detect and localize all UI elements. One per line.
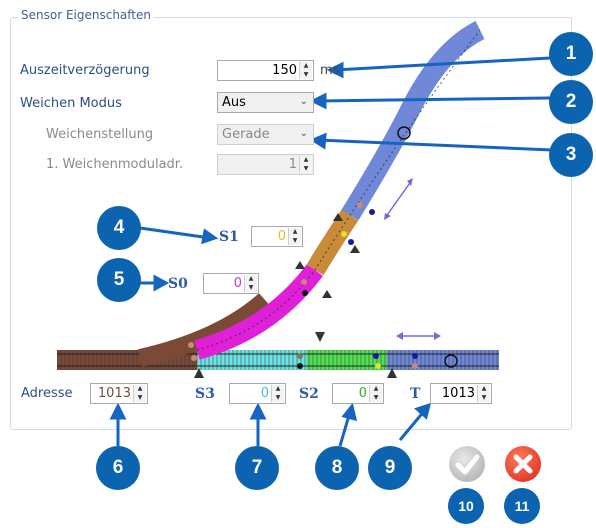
callout-badge: 6: [96, 446, 140, 490]
s2-value: 0: [358, 386, 367, 401]
s3-stepper[interactable]: ▲ ▼: [271, 385, 284, 402]
adresse-value: 1013: [97, 386, 131, 401]
auszeit-stepper[interactable]: ▲ ▼: [299, 62, 312, 79]
t-label: T: [410, 386, 421, 402]
callout-badge: 5: [97, 258, 141, 302]
s3-value: 0: [260, 386, 269, 401]
s1-stepper[interactable]: ▲ ▼: [288, 228, 301, 245]
callout-badge: 4: [97, 206, 141, 250]
s1-spinner[interactable]: 0 ▲ ▼: [251, 226, 303, 247]
chevron-down-icon: ⌄: [299, 128, 308, 139]
s1-value: 0: [277, 229, 286, 244]
s0-label: S0: [168, 276, 188, 292]
weichenmoduladr-value: 1: [288, 157, 297, 172]
t-stepper[interactable]: ▲ ▼: [477, 385, 490, 402]
cancel-icon: [513, 454, 533, 474]
callout-badge: 1: [549, 32, 593, 76]
s0-stepper[interactable]: ▲ ▼: [244, 275, 257, 292]
double-arrow-icon: [384, 178, 413, 220]
ok-button[interactable]: [449, 446, 485, 482]
cancel-button[interactable]: [505, 446, 541, 482]
callout-badge: 8: [315, 446, 359, 490]
callout-badge: 9: [368, 446, 412, 490]
s3-label: S3: [195, 386, 215, 402]
auszeit-label: Auszeitverzögerung: [20, 63, 150, 78]
auszeit-unit: ms: [320, 63, 340, 78]
weichenstellung-select[interactable]: Gerade ⌄: [217, 124, 314, 145]
weichenstellung-value: Gerade: [222, 127, 270, 142]
s2-spinner[interactable]: 0 ▲ ▼: [332, 383, 384, 404]
weichen-modus-select[interactable]: Aus ⌄: [217, 92, 314, 113]
adresse-spinner[interactable]: 1013 ▲ ▼: [90, 383, 148, 404]
s3-spinner[interactable]: 0 ▲ ▼: [229, 383, 286, 404]
s0-value: 0: [233, 276, 242, 291]
s2-label: S2: [299, 386, 319, 402]
t-spinner[interactable]: 1013 ▲ ▼: [430, 383, 492, 404]
s0-spinner[interactable]: 0 ▲ ▼: [203, 273, 259, 294]
weichen-modus-label: Weichen Modus: [20, 96, 122, 111]
callout-badge: 11: [504, 488, 540, 524]
weichenmoduladr-label: 1. Weichenmoduladr.: [46, 157, 184, 172]
callout-badge: 7: [235, 446, 279, 490]
callout-badge: 2: [549, 80, 593, 124]
t-value: 1013: [441, 386, 475, 401]
s2-stepper[interactable]: ▲ ▼: [369, 385, 382, 402]
adresse-stepper[interactable]: ▲ ▼: [133, 385, 146, 402]
ok-icon: [455, 454, 480, 475]
weichenmoduladr-spinner[interactable]: 1 ▲ ▼: [217, 154, 314, 175]
auszeit-value: 150: [272, 63, 297, 78]
s1-label: S1: [219, 229, 239, 245]
double-arrow-icon: [396, 332, 441, 340]
callout-badge: 3: [549, 133, 593, 177]
chevron-down-icon: ⌄: [299, 96, 308, 107]
track-blue-curve: [341, 21, 485, 221]
weichen-modus-value: Aus: [222, 95, 246, 110]
adresse-label: Adresse: [21, 386, 73, 401]
callout-badge: 10: [448, 488, 484, 524]
weichenmoduladr-stepper[interactable]: ▲ ▼: [299, 156, 312, 173]
weichenstellung-label: Weichenstellung: [46, 127, 154, 142]
auszeit-spinner[interactable]: 150 ▲ ▼: [217, 60, 314, 81]
